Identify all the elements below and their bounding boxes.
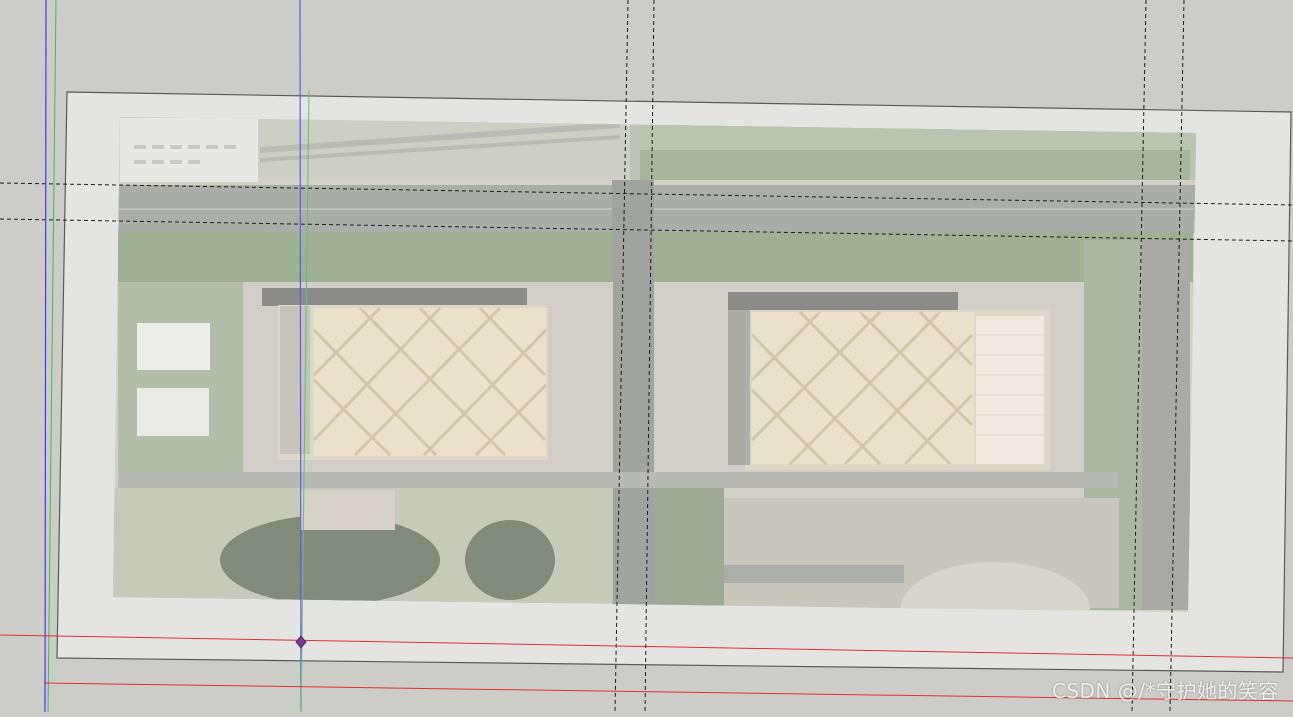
aerial-image [113, 117, 1196, 612]
blue-axis [44, 0, 47, 713]
red-axis-lower [43, 682, 1293, 702]
modeling-viewport[interactable]: CSDN @/*守护她的笑容 [0, 0, 1293, 713]
green-axis [47, 0, 57, 713]
viewport-canvas[interactable] [0, 0, 1293, 713]
